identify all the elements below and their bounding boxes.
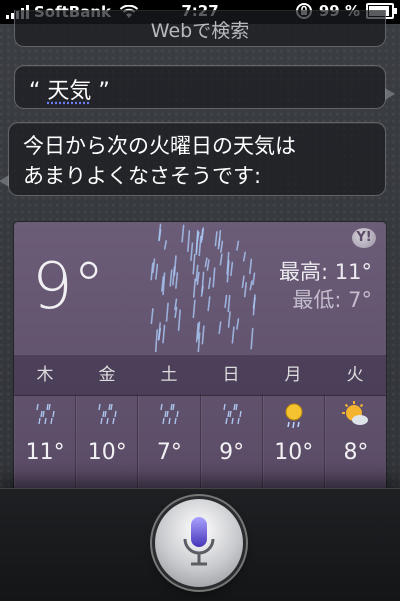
siri-response-line-1: 今日から次の火曜日の天気は	[23, 134, 296, 158]
forecast-day-label: 月	[284, 365, 302, 385]
forecast-temp: 10°	[87, 440, 127, 465]
quote-close: ”	[98, 79, 110, 104]
user-query-bubble[interactable]: “ 天気 ”	[14, 65, 395, 109]
yahoo-logo-icon[interactable]: Y!	[352, 228, 376, 248]
forecast-cell: 8°	[324, 394, 386, 490]
forecast-day-label: 木	[36, 365, 54, 385]
previous-bubble-text: Webで検索	[150, 20, 250, 42]
forecast-cell: 9°	[200, 394, 263, 490]
forecast-day-row: 木 金 土 日 月 火	[14, 354, 386, 396]
sun-rain-icon	[285, 403, 303, 429]
previous-siri-bubble: Webで検索	[14, 10, 386, 47]
forecast-cell: 7°	[138, 394, 201, 490]
rain-icon	[98, 403, 117, 425]
forecast-cell: 10°	[262, 394, 325, 490]
forecast-row: 11° 10° 7° 9° 10° 8°	[14, 394, 386, 490]
rain-icon	[222, 403, 242, 425]
siri-mic-button[interactable]	[155, 499, 243, 587]
current-temperature: 9°	[32, 250, 105, 324]
siri-response-bubble: 今日から次の火曜日の天気は あまりよくなさそうです:	[0, 122, 386, 196]
siri-response-line-2: あまりよくなさそうです:	[23, 164, 262, 188]
forecast-temp: 9°	[219, 440, 245, 465]
sun-cloud-icon	[341, 401, 368, 425]
forecast-day-label: 火	[346, 365, 364, 385]
forecast-day-label: 金	[98, 365, 116, 385]
forecast-temp: 8°	[343, 440, 369, 465]
forecast-temp: 10°	[274, 440, 314, 465]
user-query-text[interactable]: 天気	[47, 79, 91, 104]
rain-icon	[36, 403, 55, 425]
forecast-day-label: 日	[222, 365, 240, 385]
forecast-cell: 11°	[14, 394, 77, 490]
siri-bottom-bar	[0, 488, 400, 601]
high-low-temps: 最高: 11° 最低: 7°	[279, 258, 372, 314]
rain-animation-icon	[150, 223, 256, 352]
rain-icon	[160, 403, 180, 425]
forecast-temp: 7°	[156, 440, 182, 465]
weather-card[interactable]: Y! 9° 最高: 11° 最低: 7° 木 金 土 日 月 火 11° 10°…	[14, 222, 386, 490]
forecast-temp: 11°	[25, 440, 65, 465]
forecast-cell: 10°	[76, 394, 139, 490]
quote-open: “	[29, 79, 41, 104]
low-temperature: 最低: 7°	[292, 288, 372, 312]
microphone-icon	[183, 517, 215, 566]
high-temperature: 最高: 11°	[279, 260, 372, 284]
forecast-day-label: 土	[160, 365, 178, 385]
